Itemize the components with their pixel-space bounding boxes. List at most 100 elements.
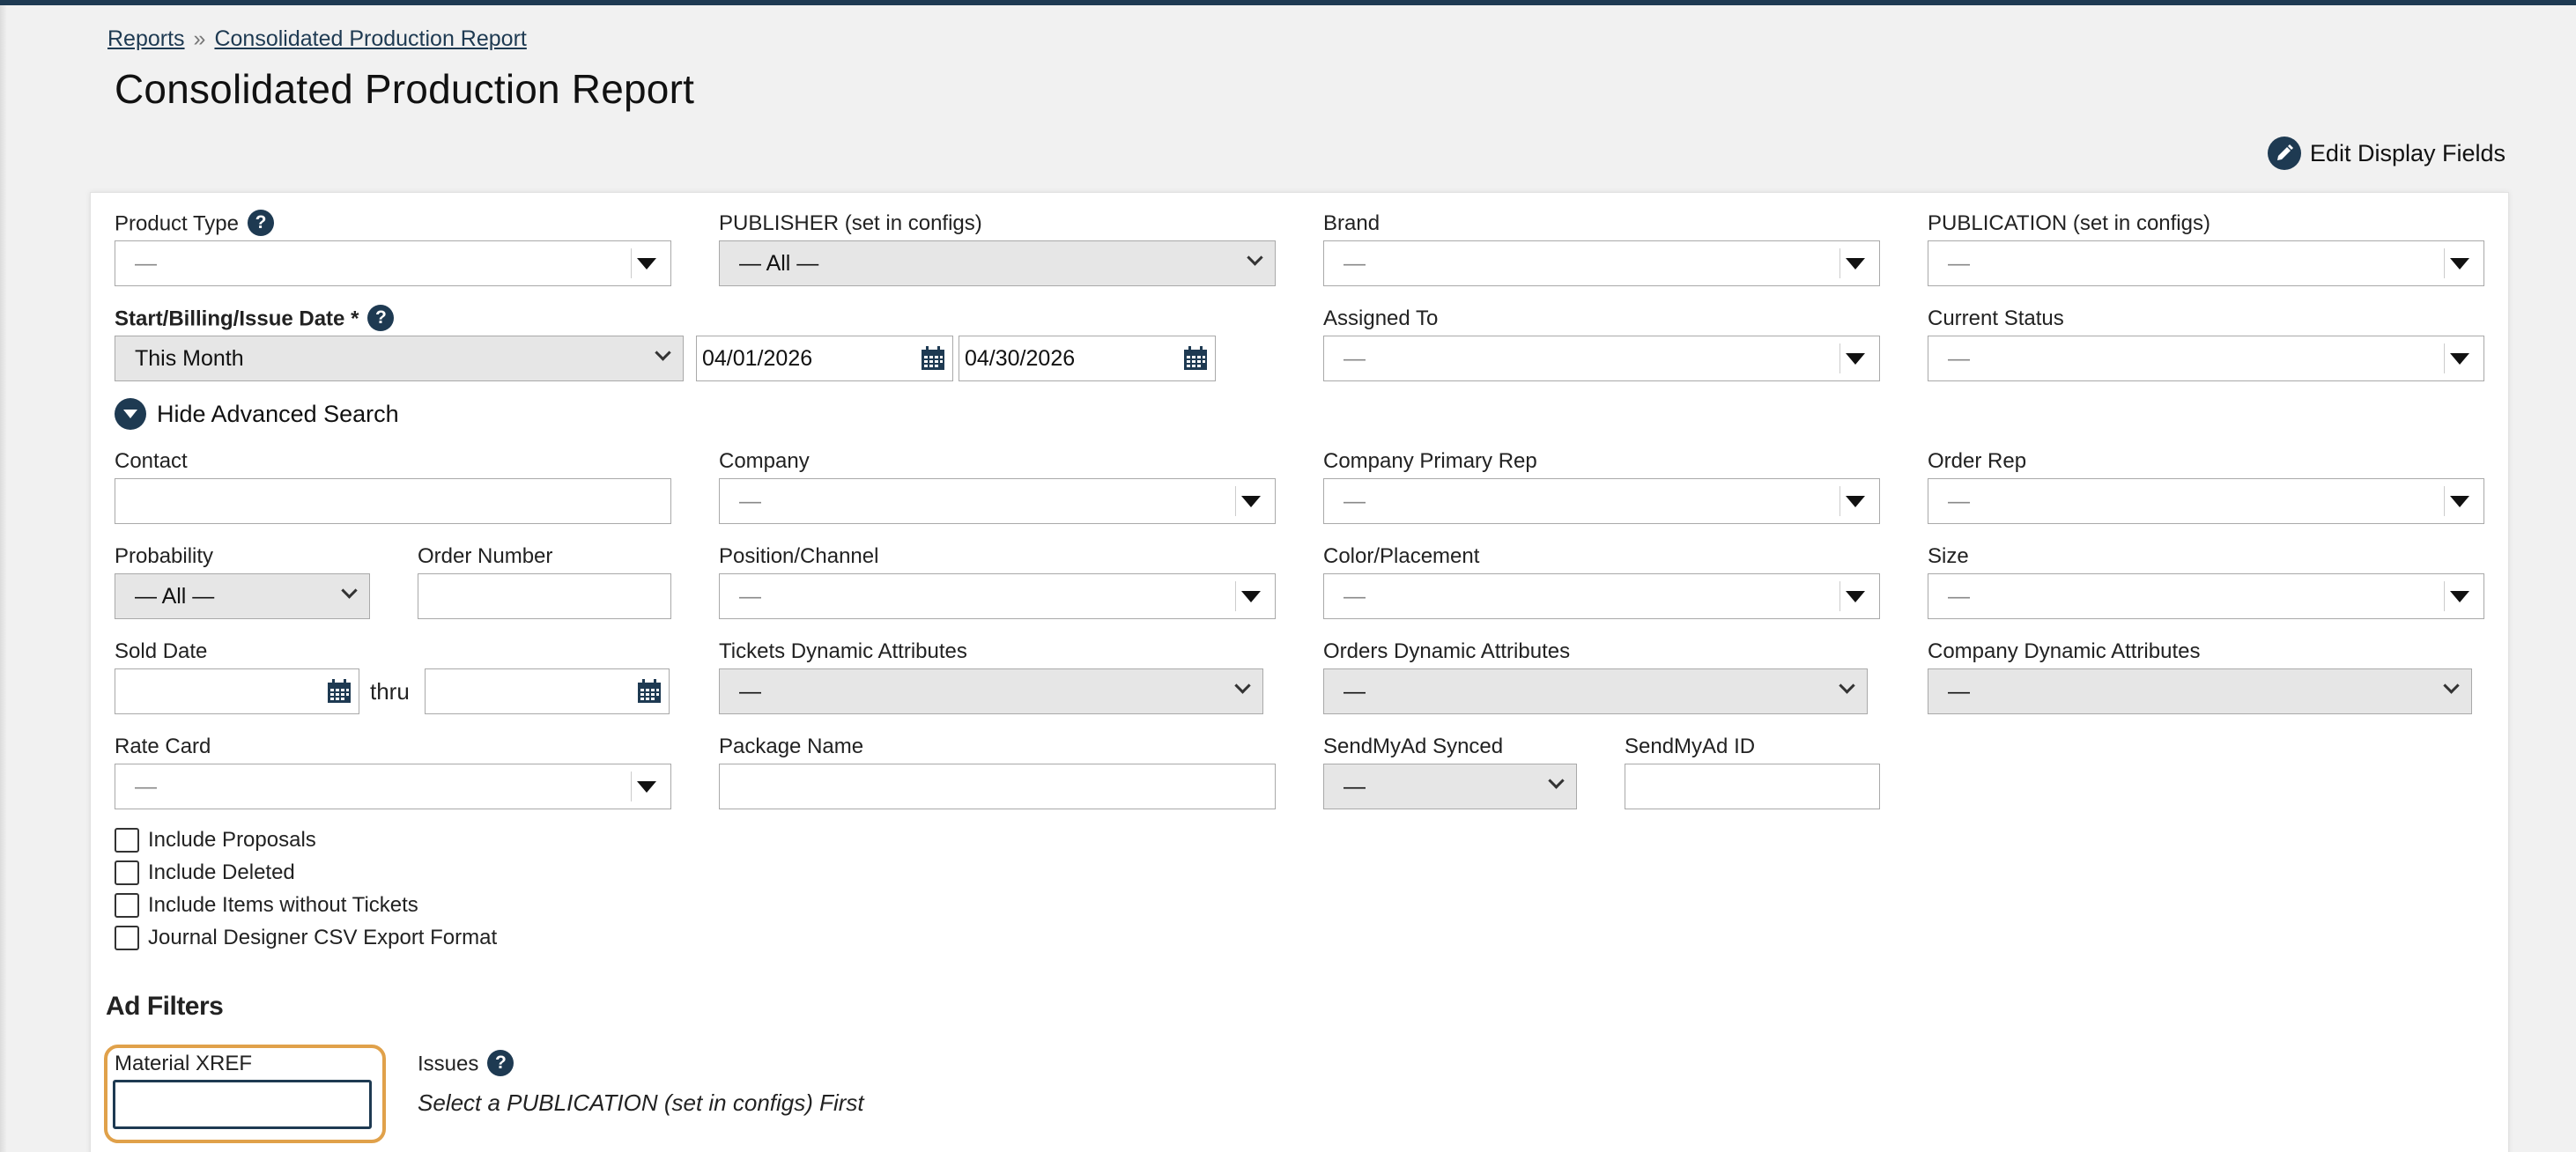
chevron-down-icon	[1548, 772, 1565, 789]
chevron-down-icon	[2443, 677, 2460, 694]
order-rep-label: Order Rep	[1928, 449, 2027, 473]
date-range-select[interactable]: This Month	[115, 336, 684, 381]
dropdown-arrow-icon	[2450, 258, 2469, 270]
pencil-icon	[2267, 137, 2301, 170]
dropdown-arrow-icon	[637, 258, 656, 270]
dropdown-arrow-icon	[1846, 353, 1865, 365]
company-primary-rep-select[interactable]: —	[1323, 478, 1880, 524]
sold-date-end-input[interactable]	[425, 668, 670, 714]
rate-card-label: Rate Card	[115, 735, 211, 758]
breadcrumb: Reports » Consolidated Production Report	[107, 26, 527, 52]
position-channel-label: Position/Channel	[719, 544, 879, 568]
publication-select[interactable]: —	[1928, 240, 2484, 286]
help-icon[interactable]: ?	[367, 305, 395, 331]
breadcrumb-separator: »	[193, 26, 206, 51]
probability-label: Probability	[115, 544, 214, 568]
order-number-input[interactable]	[418, 573, 671, 619]
help-icon[interactable]: ?	[247, 210, 274, 236]
company-dynamic-attributes-select[interactable]: —	[1928, 668, 2472, 714]
thru-label: thru	[370, 678, 410, 705]
company-primary-rep-label: Company Primary Rep	[1323, 449, 1537, 473]
checkbox-box[interactable]	[115, 860, 139, 885]
edit-display-fields-label: Edit Display Fields	[2309, 139, 2506, 166]
color-placement-label: Color/Placement	[1323, 544, 1480, 568]
company-dynamic-attributes-label: Company Dynamic Attributes	[1928, 639, 2201, 663]
sendmyad-id-input[interactable]	[1625, 764, 1880, 809]
position-channel-select[interactable]: —	[719, 573, 1276, 619]
publisher-select[interactable]: — All —	[719, 240, 1276, 286]
sold-date-start-input[interactable]	[115, 668, 359, 714]
probability-select[interactable]: — All —	[115, 573, 370, 619]
current-status-label: Current Status	[1928, 306, 2064, 330]
issues-hint: Select a PUBLICATION (set in configs) Fi…	[418, 1089, 864, 1116]
calendar-icon[interactable]	[635, 677, 663, 705]
product-type-label: Product Type?	[115, 210, 274, 238]
checkbox-label: Include Items without Tickets	[148, 893, 418, 917]
calendar-icon[interactable]	[325, 677, 353, 705]
dropdown-arrow-icon	[2450, 496, 2469, 507]
calendar-icon[interactable]	[1181, 344, 1210, 373]
breadcrumb-reports-link[interactable]: Reports	[107, 26, 185, 51]
orders-dynamic-attributes-label: Orders Dynamic Attributes	[1323, 639, 1571, 663]
checkbox-box[interactable]	[115, 893, 139, 918]
checkbox-box[interactable]	[115, 828, 139, 853]
checkbox-label: Journal Designer CSV Export Format	[148, 926, 498, 949]
page-title: Consolidated Production Report	[115, 66, 695, 112]
material-xref-input[interactable]	[113, 1080, 372, 1129]
publication-label: PUBLICATION (set in configs)	[1928, 211, 2210, 235]
chevron-down-icon	[1839, 677, 1855, 694]
chevron-down-icon	[1247, 249, 1263, 266]
color-placement-select[interactable]: —	[1323, 573, 1880, 619]
tickets-dynamic-attributes-select[interactable]: —	[719, 668, 1263, 714]
sendmyad-synced-select[interactable]: —	[1323, 764, 1577, 809]
product-type-select[interactable]: —	[115, 240, 671, 286]
material-xref-label: Material XREF	[115, 1052, 253, 1075]
order-number-label: Order Number	[418, 544, 553, 568]
dropdown-arrow-icon	[1241, 496, 1261, 507]
sendmyad-id-label: SendMyAd ID	[1625, 735, 1756, 758]
assigned-to-select[interactable]: —	[1323, 336, 1880, 381]
help-icon[interactable]: ?	[487, 1050, 514, 1076]
ad-filters-heading: Ad Filters	[106, 992, 224, 1021]
start-date-input[interactable]: 04/01/2026	[696, 336, 953, 381]
chevron-down-icon	[1234, 677, 1251, 694]
hide-advanced-search-toggle[interactable]: Hide Advanced Search	[115, 398, 399, 430]
order-rep-select[interactable]: —	[1928, 478, 2484, 524]
breadcrumb-current-link[interactable]: Consolidated Production Report	[214, 26, 526, 51]
brand-label: Brand	[1323, 211, 1381, 235]
dropdown-arrow-icon	[1846, 496, 1865, 507]
top-accent-bar	[0, 0, 2576, 5]
issues-label: Issues?	[418, 1050, 514, 1078]
hide-advanced-search-label: Hide Advanced Search	[157, 400, 399, 427]
tickets-dynamic-attributes-label: Tickets Dynamic Attributes	[719, 639, 967, 663]
rate-card-select[interactable]: —	[115, 764, 671, 809]
contact-input[interactable]	[115, 478, 671, 524]
company-select[interactable]: —	[719, 478, 1276, 524]
dropdown-arrow-icon	[637, 781, 656, 793]
checkbox-label: Include Proposals	[148, 828, 316, 852]
package-name-input[interactable]	[719, 764, 1276, 809]
size-select[interactable]: —	[1928, 573, 2484, 619]
checkbox-label: Include Deleted	[148, 860, 295, 884]
assigned-to-label: Assigned To	[1323, 306, 1439, 330]
company-label: Company	[719, 449, 810, 473]
dropdown-arrow-icon	[1846, 258, 1865, 270]
dropdown-arrow-icon	[1846, 591, 1865, 602]
dropdown-arrow-icon	[1241, 591, 1261, 602]
size-label: Size	[1928, 544, 1969, 568]
sold-date-label: Sold Date	[115, 639, 208, 663]
brand-select[interactable]: —	[1323, 240, 1880, 286]
end-date-input[interactable]: 04/30/2026	[959, 336, 1216, 381]
checkbox-box[interactable]	[115, 926, 139, 950]
journal-designer-csv-checkbox[interactable]: Journal Designer CSV Export Format	[115, 926, 497, 950]
current-status-select[interactable]: —	[1928, 336, 2484, 381]
calendar-icon[interactable]	[919, 344, 947, 373]
orders-dynamic-attributes-select[interactable]: —	[1323, 668, 1868, 714]
contact-label: Contact	[115, 449, 188, 473]
package-name-label: Package Name	[719, 735, 864, 758]
include-items-without-tickets-checkbox[interactable]: Include Items without Tickets	[115, 893, 418, 918]
edit-display-fields-button[interactable]: Edit Display Fields	[2267, 137, 2506, 170]
include-proposals-checkbox[interactable]: Include Proposals	[115, 828, 316, 853]
include-deleted-checkbox[interactable]: Include Deleted	[115, 860, 295, 885]
caret-down-circle-icon	[115, 398, 146, 430]
